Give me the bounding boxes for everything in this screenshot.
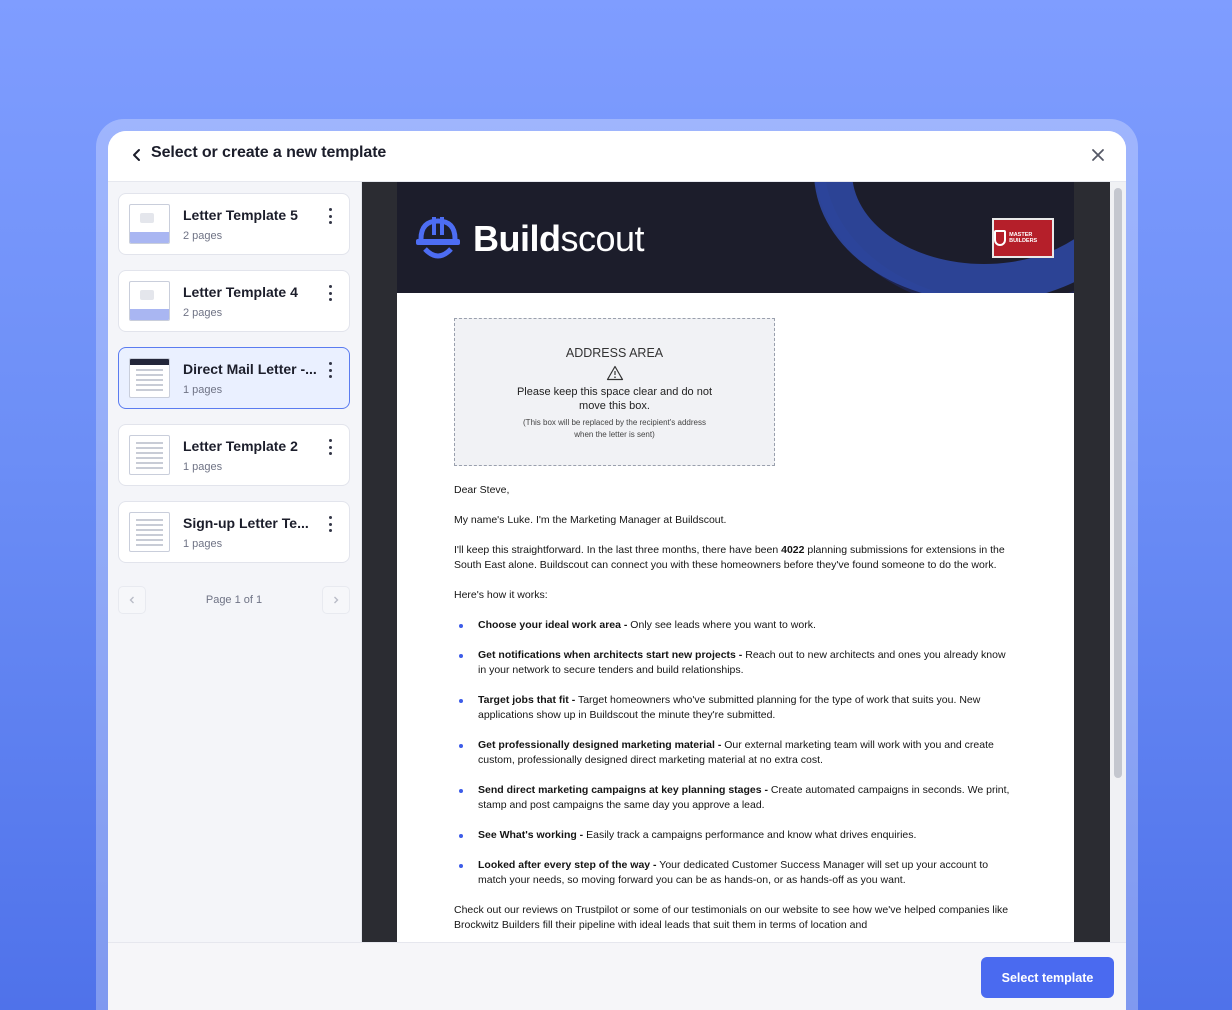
kebab-menu-icon[interactable] [325, 208, 335, 224]
template-preview: Buildscout MASTER BUILDERS ADDRESS AREA … [362, 182, 1126, 942]
template-picker-modal: Select or create a new template Letter T… [108, 131, 1126, 1010]
hard-hat-icon [416, 217, 460, 259]
address-note: (This box will be replaced by the recipi… [523, 418, 706, 439]
back-button[interactable] [126, 144, 148, 166]
template-name: Letter Template 4 [183, 284, 298, 300]
list-item: Get notifications when architects start … [454, 648, 1014, 678]
template-thumbnail [129, 204, 170, 244]
template-name: Letter Template 2 [183, 438, 298, 454]
letter-body: Dear Steve, My name's Luke. I'm the Mark… [454, 483, 1014, 942]
address-title: ADDRESS AREA [565, 346, 664, 360]
list-item: Get professionally designed marketing ma… [454, 738, 1014, 768]
greeting: Dear Steve, [454, 484, 510, 496]
close-icon [1092, 149, 1104, 161]
scrollbar-thumb[interactable] [1114, 188, 1122, 778]
template-pages: 1 pages [183, 384, 223, 396]
kebab-menu-icon[interactable] [325, 516, 335, 532]
select-template-button[interactable]: Select template [981, 957, 1114, 998]
template-list: Letter Template 5 2 pages Letter Templat… [108, 182, 362, 942]
close-button[interactable] [1086, 143, 1110, 167]
brand-logo: Buildscout [473, 218, 645, 259]
template-name: Letter Template 5 [183, 207, 298, 223]
next-page-button[interactable] [322, 586, 350, 614]
benefit-list: Choose your ideal work area - Only see l… [454, 618, 1014, 888]
template-card-selected[interactable]: Direct Mail Letter -... 1 pages [118, 347, 350, 409]
kebab-menu-icon[interactable] [325, 285, 335, 301]
address-instruction: Please keep this space clear and do not … [516, 386, 713, 412]
list-item: Target jobs that fit - Target homeowners… [454, 693, 1014, 723]
chevron-left-icon [133, 149, 140, 161]
modal-title: Select or create a new template [151, 144, 387, 161]
kebab-menu-icon[interactable] [325, 362, 335, 378]
template-card[interactable]: Sign-up Letter Te... 1 pages [118, 501, 350, 563]
template-pages: 2 pages [183, 307, 223, 319]
template-card[interactable]: Letter Template 5 2 pages [118, 193, 350, 255]
pagination: Page 1 of 1 [118, 586, 350, 616]
how-it-works: Here's how it works: [454, 589, 548, 601]
template-card[interactable]: Letter Template 4 2 pages [118, 270, 350, 332]
modal-footer: Select template [108, 942, 1126, 1010]
list-item: Choose your ideal work area - Only see l… [454, 618, 1014, 633]
master-builders-badge: MASTER BUILDERS [992, 218, 1054, 258]
modal-header: Select or create a new template [108, 131, 1126, 182]
template-thumbnail [129, 435, 170, 475]
template-thumbnail [129, 358, 170, 398]
template-thumbnail [129, 281, 170, 321]
letter-page: Buildscout MASTER BUILDERS ADDRESS AREA … [397, 182, 1074, 942]
list-item: Looked after every step of the way - You… [454, 858, 1014, 888]
intro: My name's Luke. I'm the Marketing Manage… [454, 514, 727, 526]
template-name: Direct Mail Letter -... [183, 361, 317, 377]
closing: Check out our reviews on Trustpilot or s… [454, 904, 1009, 931]
template-pages: 2 pages [183, 230, 223, 242]
letter-header: Buildscout MASTER BUILDERS [397, 182, 1074, 293]
page-indicator: Page 1 of 1 [205, 594, 263, 606]
chevron-right-icon [334, 596, 339, 604]
template-pages: 1 pages [183, 461, 223, 473]
template-thumbnail [129, 512, 170, 552]
warning-triangle-icon [606, 365, 624, 381]
list-item: See What's working - Easily track a camp… [454, 828, 1014, 843]
paragraph: I'll keep this straightforward. In the l… [454, 544, 1005, 571]
template-name: Sign-up Letter Te... [183, 515, 309, 531]
template-card[interactable]: Letter Template 2 1 pages [118, 424, 350, 486]
preview-scrollbar[interactable] [1110, 182, 1126, 942]
address-area: ADDRESS AREA Please keep this space clea… [454, 318, 775, 466]
list-item: Send direct marketing campaigns at key p… [454, 783, 1014, 813]
template-pages: 1 pages [183, 538, 223, 550]
kebab-menu-icon[interactable] [325, 439, 335, 455]
